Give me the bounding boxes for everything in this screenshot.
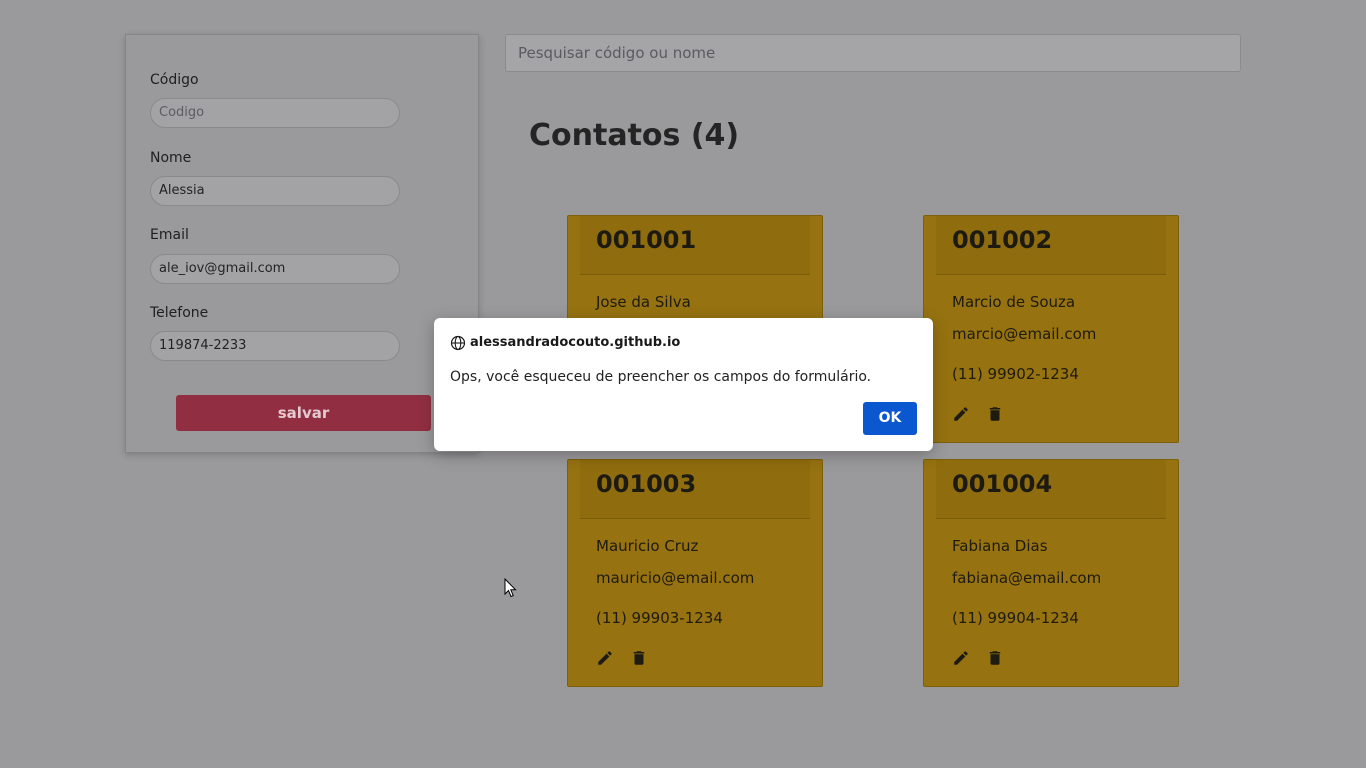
pencil-icon[interactable] bbox=[952, 405, 970, 423]
telefone-input[interactable]: 119874-2233 bbox=[150, 331, 400, 361]
card-email: marcio@email.com bbox=[952, 325, 1097, 343]
card-name: Marcio de Souza bbox=[952, 293, 1076, 311]
pencil-icon[interactable] bbox=[952, 649, 970, 667]
contact-card: 001004 Fabiana Dias fabiana@email.com (1… bbox=[923, 459, 1179, 687]
card-code: 001001 bbox=[596, 226, 697, 254]
card-name: Mauricio Cruz bbox=[596, 537, 699, 555]
card-code: 001003 bbox=[596, 470, 697, 498]
email-input[interactable]: ale_iov@gmail.com bbox=[150, 254, 400, 284]
dialog-message: Ops, você esqueceu de preencher os campo… bbox=[450, 369, 872, 385]
trash-icon[interactable] bbox=[630, 649, 648, 667]
dialog-origin-text: alessandradocouto.github.io bbox=[470, 335, 681, 350]
card-email: fabiana@email.com bbox=[952, 569, 1102, 587]
card-email: mauricio@email.com bbox=[596, 569, 755, 587]
card-phone: (11) 99904-1234 bbox=[952, 609, 1079, 627]
card-code: 001004 bbox=[952, 470, 1053, 498]
contacts-title: Contatos (4) bbox=[529, 118, 740, 153]
email-label: Email bbox=[150, 227, 189, 243]
search-input[interactable]: Pesquisar código ou nome bbox=[505, 34, 1241, 72]
card-phone: (11) 99902-1234 bbox=[952, 365, 1079, 383]
save-button[interactable]: salvar bbox=[176, 395, 431, 431]
nome-label: Nome bbox=[150, 150, 192, 166]
card-phone: (11) 99903-1234 bbox=[596, 609, 723, 627]
card-header: 001002 bbox=[936, 216, 1166, 275]
trash-icon[interactable] bbox=[986, 649, 1004, 667]
globe-icon bbox=[450, 335, 466, 351]
card-name: Jose da Silva bbox=[596, 293, 691, 311]
card-header: 001003 bbox=[580, 460, 810, 519]
telefone-label: Telefone bbox=[150, 305, 209, 321]
nome-input[interactable]: Alessia bbox=[150, 176, 400, 206]
trash-icon[interactable] bbox=[986, 405, 1004, 423]
pencil-icon[interactable] bbox=[596, 649, 614, 667]
contact-form: Código Codigo Nome Alessia Email ale_iov… bbox=[125, 34, 479, 453]
codigo-input[interactable]: Codigo bbox=[150, 98, 400, 128]
ok-button[interactable]: OK bbox=[863, 402, 917, 435]
mouse-cursor-icon bbox=[504, 578, 517, 598]
contact-card: 001002 Marcio de Souza marcio@email.com … bbox=[923, 215, 1179, 443]
codigo-label: Código bbox=[150, 72, 199, 88]
card-header: 001001 bbox=[580, 216, 810, 275]
card-header: 001004 bbox=[936, 460, 1166, 519]
contact-card: 001003 Mauricio Cruz mauricio@email.com … bbox=[567, 459, 823, 687]
alert-dialog: alessandradocouto.github.io Ops, você es… bbox=[434, 318, 933, 451]
card-code: 001002 bbox=[952, 226, 1053, 254]
card-name: Fabiana Dias bbox=[952, 537, 1048, 555]
